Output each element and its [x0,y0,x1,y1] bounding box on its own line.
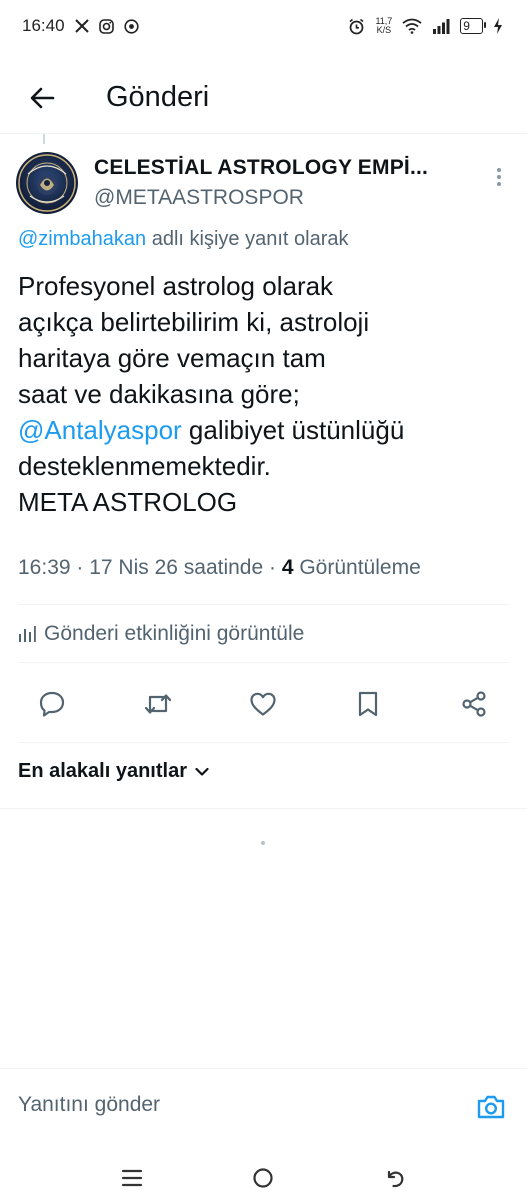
repost-icon [144,694,172,714]
camera-icon [477,1095,505,1119]
post-timestamp: 16:39 · 17 Nis 26 saatinde · [18,556,282,579]
reply-button[interactable] [28,680,76,728]
charging-icon [493,18,503,34]
page-title: Gönderi [106,81,210,113]
chrome-icon [123,18,139,34]
views-count: 4 [281,556,294,579]
divider [0,808,527,809]
views-label: Görüntüleme [293,556,421,579]
post-text-line: META ASTROLOG [18,487,238,517]
home-circle-icon [253,1168,273,1188]
menu-icon [121,1169,143,1187]
divider [18,604,509,605]
post-text-line: desteklenmemektedir. [18,451,271,481]
bookmark-button[interactable] [344,680,392,728]
post-actions [0,680,527,728]
alarm-icon [348,18,365,35]
author-name[interactable]: CELESTİAL ASTROLOGY EMPİ... [94,156,428,180]
back-button[interactable] [12,68,72,128]
top-app-bar: Gönderi [0,62,527,134]
status-bar: 16:40 11,7 K/S 9 [0,0,527,52]
reply-mention-link[interactable]: @zimbahakan [18,228,146,250]
post-text: Profesyonel astrolog olarak açıkça belir… [18,268,513,520]
signal-icon [432,18,450,34]
author-handle[interactable]: @METAASTROSPOR [94,186,304,210]
net-speed: 11,7 K/S [375,16,393,35]
post-author: CELESTİAL ASTROLOGY EMPİ... @METAASTROSP… [0,144,527,220]
recent-apps-button[interactable] [112,1158,152,1198]
like-button[interactable] [239,680,287,728]
arrow-left-icon [30,87,55,108]
back-icon [387,1170,404,1188]
post-meta: 16:39 · 17 Nis 26 saatinde · 4 Görüntüle… [18,556,421,580]
reply-composer: Yanıtını gönder [0,1068,527,1149]
divider [18,742,509,743]
activity-label: Gönderi etkinliğini görüntüle [44,622,305,645]
more-options-button[interactable] [489,162,509,192]
heart-icon [250,692,276,716]
sort-label: En alakalı yanıtlar [18,760,187,782]
home-button[interactable] [243,1158,283,1198]
thread-connector [43,134,45,144]
post-text-line: haritaya göre vemaçın tam [18,343,326,373]
more-vertical-icon [497,168,501,186]
share-icon [462,691,486,717]
analytics-icon [19,626,36,642]
chevron-down-icon [195,767,209,776]
post-text-line: açıkça belirtebilirim ki, astroloji [18,307,370,337]
reply-input[interactable]: Yanıtını gönder [18,1093,160,1117]
battery-icon: 9 [460,18,486,34]
camera-button[interactable] [473,1089,509,1125]
back-nav-button[interactable] [375,1158,415,1198]
replies-sort-dropdown[interactable]: En alakalı yanıtlar [18,760,209,783]
instagram-icon [98,18,114,34]
divider [18,662,509,663]
mention-link[interactable]: @Antalyaspor [18,415,182,445]
wifi-icon [402,18,422,34]
system-nav-bar [0,1150,527,1200]
share-button[interactable] [450,680,498,728]
bookmark-icon [358,691,378,717]
post-text-line: @Antalyaspor galibiyet üstünlüğü [18,415,405,445]
post-text-line: Profesyonel astrolog olarak [18,271,334,301]
reply-context-text: adlı kişiye yanıt olarak [146,228,349,250]
view-activity-button[interactable]: Gönderi etkinliğini görüntüle [18,622,304,646]
x-icon [74,19,89,33]
comment-icon [39,691,65,717]
status-time: 16:40 [22,16,65,35]
repost-button[interactable] [134,680,182,728]
avatar[interactable] [16,152,78,214]
reply-context: @zimbahakan adlı kişiye yanıt olarak [18,228,348,251]
loading-indicator [261,841,265,845]
post-text-line: saat ve dakikasına göre; [18,379,300,409]
